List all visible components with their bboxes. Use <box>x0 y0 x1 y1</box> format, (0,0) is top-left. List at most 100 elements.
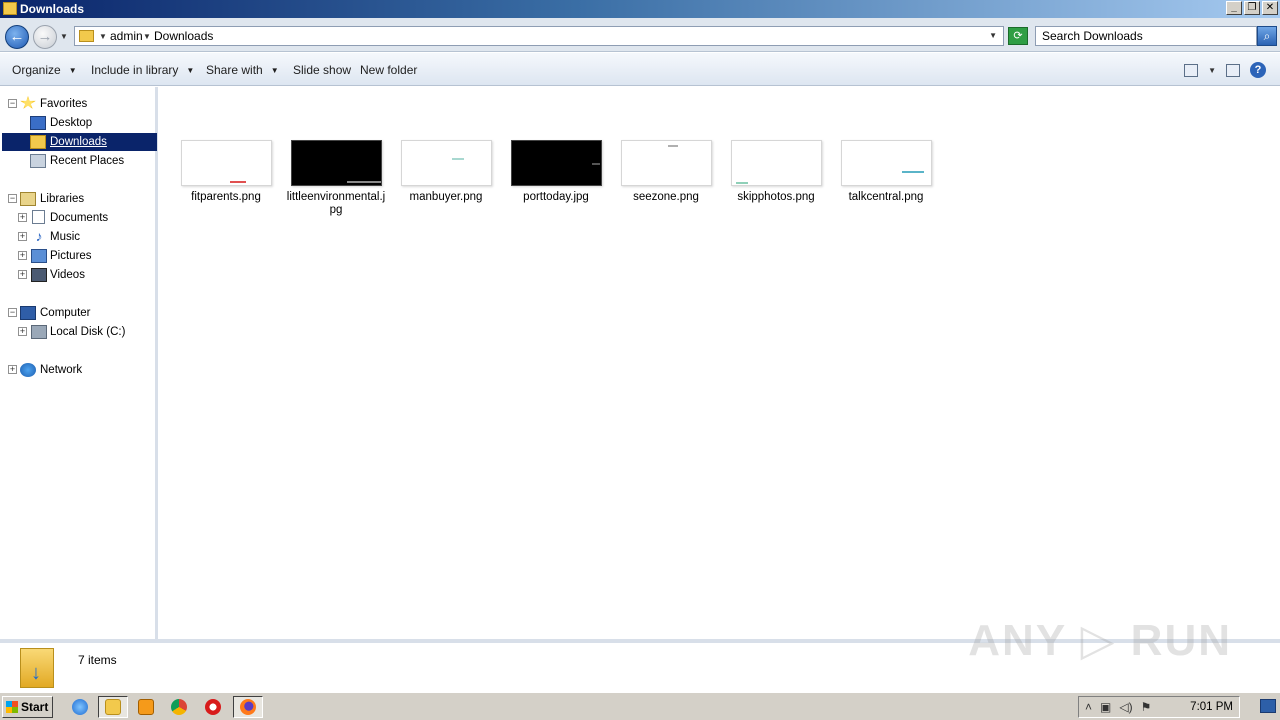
clock[interactable]: 7:01 PM <box>1190 701 1233 713</box>
system-tray: ˄ ▣ ◁) ⚑ 7:01 PM <box>1078 696 1240 718</box>
taskbar: Start ˄ ▣ ◁) ⚑ 7:01 PM <box>0 692 1280 720</box>
nav-computer[interactable]: − Computer <box>0 304 155 322</box>
chevron-down-icon[interactable]: ▼ <box>99 32 107 41</box>
chevron-down-icon: ▼ <box>270 66 279 75</box>
folder-icon <box>79 30 94 42</box>
slide-show-button[interactable]: Slide show <box>293 63 351 77</box>
search-icon[interactable]: ⌕ <box>1257 26 1277 46</box>
forward-button[interactable]: → <box>33 25 57 49</box>
chrome-icon <box>171 699 187 715</box>
include-in-library-button[interactable]: Include in library ▼ <box>91 63 194 77</box>
chevron-down-icon[interactable]: ▼ <box>143 32 151 41</box>
nav-downloads[interactable]: Downloads <box>2 133 157 151</box>
file-thumbnail <box>510 140 602 186</box>
file-name: talkcentral.png <box>848 191 924 203</box>
file-item[interactable]: fitparents.png <box>171 140 281 204</box>
nav-local-disk-label: Local Disk (C:) <box>50 326 126 338</box>
file-thumbnail <box>290 140 382 186</box>
expand-icon[interactable]: + <box>18 251 27 260</box>
file-item[interactable]: skipphotos.png <box>721 140 831 204</box>
collapse-icon[interactable]: − <box>8 99 17 108</box>
view-options-dropdown-icon[interactable]: ▼ <box>1208 66 1216 75</box>
back-button[interactable]: ← <box>5 25 29 49</box>
file-item[interactable]: littleenvironmental.jpg <box>281 140 391 217</box>
close-button[interactable]: ✕ <box>1262 1 1278 15</box>
change-view-icon[interactable] <box>1184 63 1199 77</box>
explorer-taskbar-button[interactable] <box>98 696 128 718</box>
nav-local-disk[interactable]: + Local Disk (C:) <box>0 323 155 341</box>
recent-pages-dropdown-icon[interactable]: ▼ <box>60 32 68 41</box>
folder-icon <box>3 2 17 15</box>
action-center-flag-icon[interactable]: ⚑ <box>1141 700 1152 714</box>
videos-icon <box>31 268 47 282</box>
share-with-label: Share with <box>206 63 263 77</box>
navigation-pane: − Favorites Desktop Downloads Recent Pla… <box>0 87 158 639</box>
nav-videos[interactable]: + Videos <box>0 266 155 284</box>
file-item[interactable]: manbuyer.png <box>391 140 501 204</box>
maximize-button[interactable]: ❐ <box>1244 1 1260 15</box>
file-item[interactable]: talkcentral.png <box>831 140 941 204</box>
nav-documents-label: Documents <box>50 212 109 224</box>
media-player-taskbar-button[interactable] <box>131 696 161 718</box>
file-item[interactable]: seezone.png <box>611 140 721 204</box>
file-item[interactable]: porttoday.jpg <box>501 140 611 204</box>
expand-icon[interactable]: + <box>18 270 27 279</box>
collapse-icon[interactable]: − <box>8 194 17 203</box>
chrome-taskbar-button[interactable] <box>164 696 194 718</box>
expand-icon[interactable]: + <box>18 232 27 241</box>
window-title: Downloads <box>20 2 85 16</box>
star-icon <box>20 96 36 109</box>
preview-pane-icon[interactable] <box>1226 63 1240 77</box>
nav-desktop[interactable]: Desktop <box>0 114 155 132</box>
network-status-icon[interactable]: ▣ <box>1100 700 1111 714</box>
nav-music[interactable]: + ♪ Music <box>0 228 155 246</box>
expand-icon[interactable]: + <box>18 327 27 336</box>
refresh-button[interactable]: ⟳ <box>1008 27 1028 45</box>
nav-libraries[interactable]: − Libraries <box>0 190 155 208</box>
breadcrumb-downloads[interactable]: Downloads <box>154 29 213 43</box>
new-folder-button[interactable]: New folder <box>360 63 417 77</box>
volume-icon[interactable]: ◁) <box>1119 700 1132 714</box>
nav-music-label: Music <box>50 231 81 243</box>
firefox-taskbar-button[interactable] <box>233 696 263 718</box>
nav-recent-places-label: Recent Places <box>50 155 125 167</box>
internet-explorer-taskbar-button[interactable] <box>65 696 95 718</box>
start-button[interactable]: Start <box>2 696 53 718</box>
file-thumbnail <box>180 140 272 186</box>
expand-icon[interactable]: + <box>18 213 27 222</box>
organize-button[interactable]: Organize ▼ <box>12 63 77 77</box>
file-name: fitparents.png <box>191 191 261 203</box>
pictures-icon <box>31 249 47 263</box>
chevron-down-icon: ▼ <box>186 66 195 75</box>
music-icon: ♪ <box>35 228 43 244</box>
search-input[interactable]: Search Downloads <box>1035 26 1257 46</box>
address-dropdown-icon[interactable]: ▼ <box>989 31 997 40</box>
help-icon[interactable]: ? <box>1250 62 1266 78</box>
file-name: seezone.png <box>633 191 699 203</box>
address-bar[interactable]: ▼ admin ▼ Downloads ▼ <box>74 26 1004 46</box>
nav-desktop-label: Desktop <box>50 117 93 129</box>
nav-network[interactable]: + Network <box>0 361 155 379</box>
chevron-down-icon: ▼ <box>68 66 77 75</box>
opera-taskbar-button[interactable] <box>198 696 228 718</box>
item-count: 7 items <box>78 653 117 667</box>
nav-favorites[interactable]: − Favorites <box>0 95 155 113</box>
nav-libraries-label: Libraries <box>40 193 85 205</box>
collapse-icon[interactable]: − <box>8 308 17 317</box>
nav-recent-places[interactable]: Recent Places <box>0 152 155 170</box>
breadcrumb-admin[interactable]: admin <box>110 29 143 43</box>
show-desktop-button[interactable] <box>1260 699 1276 713</box>
libraries-icon <box>20 192 36 206</box>
show-hidden-icons-icon[interactable]: ˄ <box>1085 700 1092 714</box>
file-view[interactable]: fitparents.png littleenvironmental.jpg m… <box>161 87 1280 639</box>
expand-icon[interactable]: + <box>8 365 17 374</box>
nav-documents[interactable]: + Documents <box>0 209 155 227</box>
minimize-button[interactable]: _ <box>1226 1 1242 15</box>
address-row: ← → ▼ ▼ admin ▼ Downloads ▼ ⟳ Search Dow… <box>0 18 1280 52</box>
title-bar: Downloads _ ❐ ✕ <box>0 0 1280 18</box>
file-name: porttoday.jpg <box>523 191 589 203</box>
share-with-button[interactable]: Share with ▼ <box>206 63 279 77</box>
window-controls: _ ❐ ✕ <box>1226 1 1278 15</box>
nav-pictures[interactable]: + Pictures <box>0 247 155 265</box>
nav-pictures-label: Pictures <box>50 250 92 262</box>
